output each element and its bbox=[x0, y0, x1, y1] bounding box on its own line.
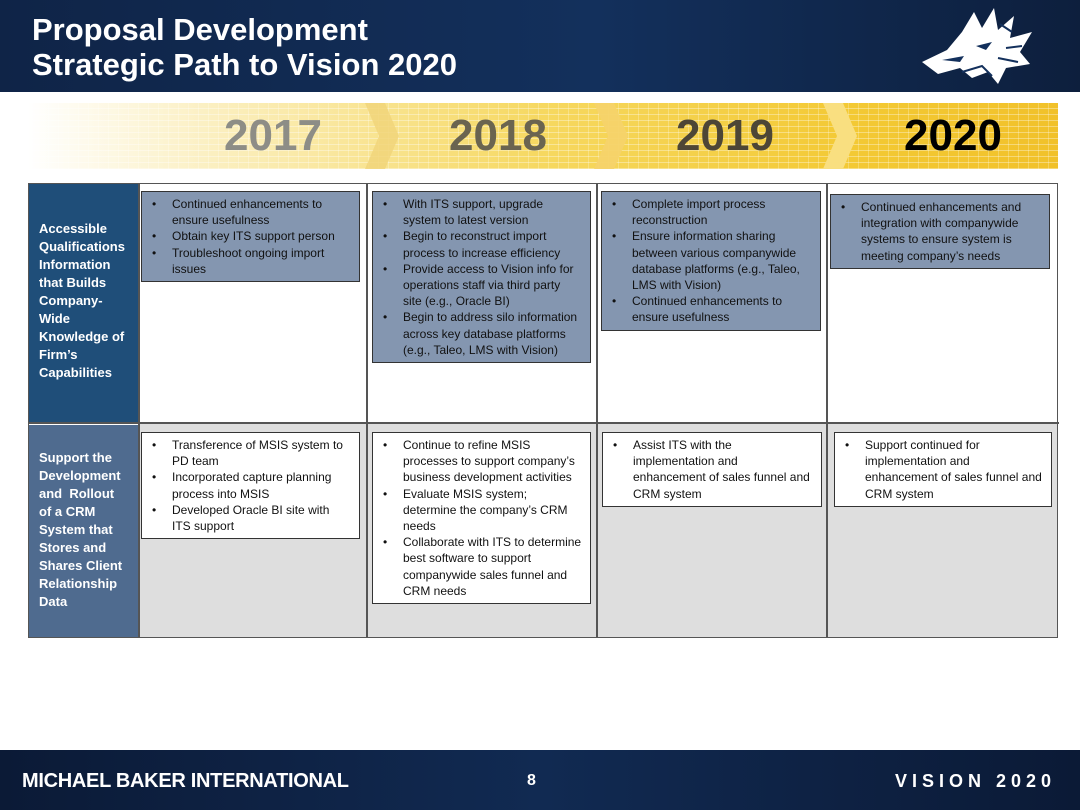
list-item: Begin to reconstruct import process to i… bbox=[373, 228, 582, 260]
row-header-line: Information bbox=[39, 257, 111, 272]
chevron-right-icon bbox=[365, 103, 399, 169]
cell-crm-2018: Continue to refine MSIS processes to sup… bbox=[372, 432, 591, 605]
cell-crm-2019: Assist ITS with the implementation and e… bbox=[602, 432, 822, 507]
wolf-head-icon bbox=[922, 8, 1032, 84]
chevron-right-icon bbox=[594, 103, 628, 169]
year-2019: 2019 bbox=[676, 111, 774, 160]
vision-tagline: VISION 2020 bbox=[894, 771, 1056, 791]
row-header-line: Firm’s bbox=[39, 347, 78, 362]
row-header-crm: Support the Development and Rollout of a… bbox=[29, 425, 140, 637]
list-item: Collaborate with ITS to determine best s… bbox=[373, 534, 582, 599]
list-item: Developed Oracle BI site with ITS suppor… bbox=[142, 502, 351, 534]
cell-crm-2020: Support continued for implementation and… bbox=[834, 432, 1052, 507]
row-header-line: Stores and bbox=[39, 540, 107, 555]
list-item: Continued enhancements to ensure usefuln… bbox=[142, 196, 351, 228]
row-header-line: of a CRM bbox=[39, 504, 96, 519]
row-header-line: Shares Client bbox=[39, 558, 123, 573]
row-header-line: Relationship bbox=[39, 576, 118, 591]
row-header-qualifications: Accessible Qualifications Information th… bbox=[29, 184, 140, 423]
list-item: Support continued for implementation and… bbox=[835, 437, 1043, 502]
cell-qualifications-2018: With ITS support, upgrade system to late… bbox=[372, 191, 591, 364]
cell-qualifications-2019: Complete import process reconstruction E… bbox=[601, 191, 821, 331]
chevron-right-icon bbox=[823, 103, 857, 169]
list-item: Evaluate MSIS system; determine the comp… bbox=[373, 486, 582, 535]
row-header-line: System that bbox=[39, 522, 113, 537]
row-header-line: Wide bbox=[39, 311, 70, 326]
row-header-line: that Builds bbox=[39, 275, 107, 290]
list-item: Complete import process reconstruction bbox=[602, 196, 812, 228]
row-header-line: Support the bbox=[39, 450, 112, 465]
slide-header: Proposal Development Strategic Path to V… bbox=[0, 0, 1080, 92]
list-item: Troubleshoot ongoing import issues bbox=[142, 245, 351, 277]
row-header-line: Data bbox=[39, 594, 68, 609]
company-name: MICHAEL BAKER INTERNATIONAL bbox=[22, 770, 349, 792]
list-item: Continued enhancements to ensure usefuln… bbox=[602, 293, 812, 325]
column-divider bbox=[596, 184, 598, 637]
row-header-line: Company- bbox=[39, 293, 103, 308]
list-item: Assist ITS with the implementation and e… bbox=[603, 437, 813, 502]
column-divider bbox=[138, 184, 140, 637]
column-divider bbox=[366, 184, 368, 637]
cell-crm-2017: Transference of MSIS system to PD team I… bbox=[141, 432, 360, 540]
row-header-line: and Rollout bbox=[39, 486, 115, 501]
list-item: Obtain key ITS support person bbox=[142, 228, 351, 244]
year-2017: 2017 bbox=[224, 111, 322, 160]
strategy-table: Accessible Qualifications Information th… bbox=[28, 183, 1059, 638]
list-item: Begin to address silo information across… bbox=[373, 309, 582, 358]
list-item: With ITS support, upgrade system to late… bbox=[373, 196, 582, 228]
column-divider bbox=[826, 184, 828, 637]
row-header-line: Capabilities bbox=[39, 365, 112, 380]
page-number: 8 bbox=[527, 772, 536, 789]
list-item: Ensure information sharing between vario… bbox=[602, 228, 812, 293]
year-2020: 2020 bbox=[904, 111, 1002, 160]
cell-qualifications-2020: Continued enhancements and integration w… bbox=[830, 194, 1050, 269]
title-line-2: Strategic Path to Vision 2020 bbox=[32, 47, 457, 82]
list-item: Incorporated capture planning process in… bbox=[142, 469, 351, 501]
row-header-line: Development bbox=[39, 468, 121, 483]
row-header-line: Knowledge of bbox=[39, 329, 125, 344]
year-2018: 2018 bbox=[449, 111, 547, 160]
row-header-line: Qualifications bbox=[39, 239, 125, 254]
year-timeline-banner: 2017 2018 2019 2020 bbox=[28, 103, 1058, 169]
row-divider bbox=[29, 422, 1059, 424]
slide-title: Proposal Development Strategic Path to V… bbox=[32, 12, 457, 82]
row-header-line: Accessible bbox=[39, 221, 107, 236]
title-line-1: Proposal Development bbox=[32, 12, 368, 47]
list-item: Continue to refine MSIS processes to sup… bbox=[373, 437, 582, 486]
list-item: Continued enhancements and integration w… bbox=[831, 199, 1041, 264]
cell-qualifications-2017: Continued enhancements to ensure usefuln… bbox=[141, 191, 360, 283]
list-item: Provide access to Vision info for operat… bbox=[373, 261, 582, 310]
slide-footer: MICHAEL BAKER INTERNATIONAL 8 VISION 202… bbox=[0, 750, 1080, 810]
list-item: Transference of MSIS system to PD team bbox=[142, 437, 351, 469]
